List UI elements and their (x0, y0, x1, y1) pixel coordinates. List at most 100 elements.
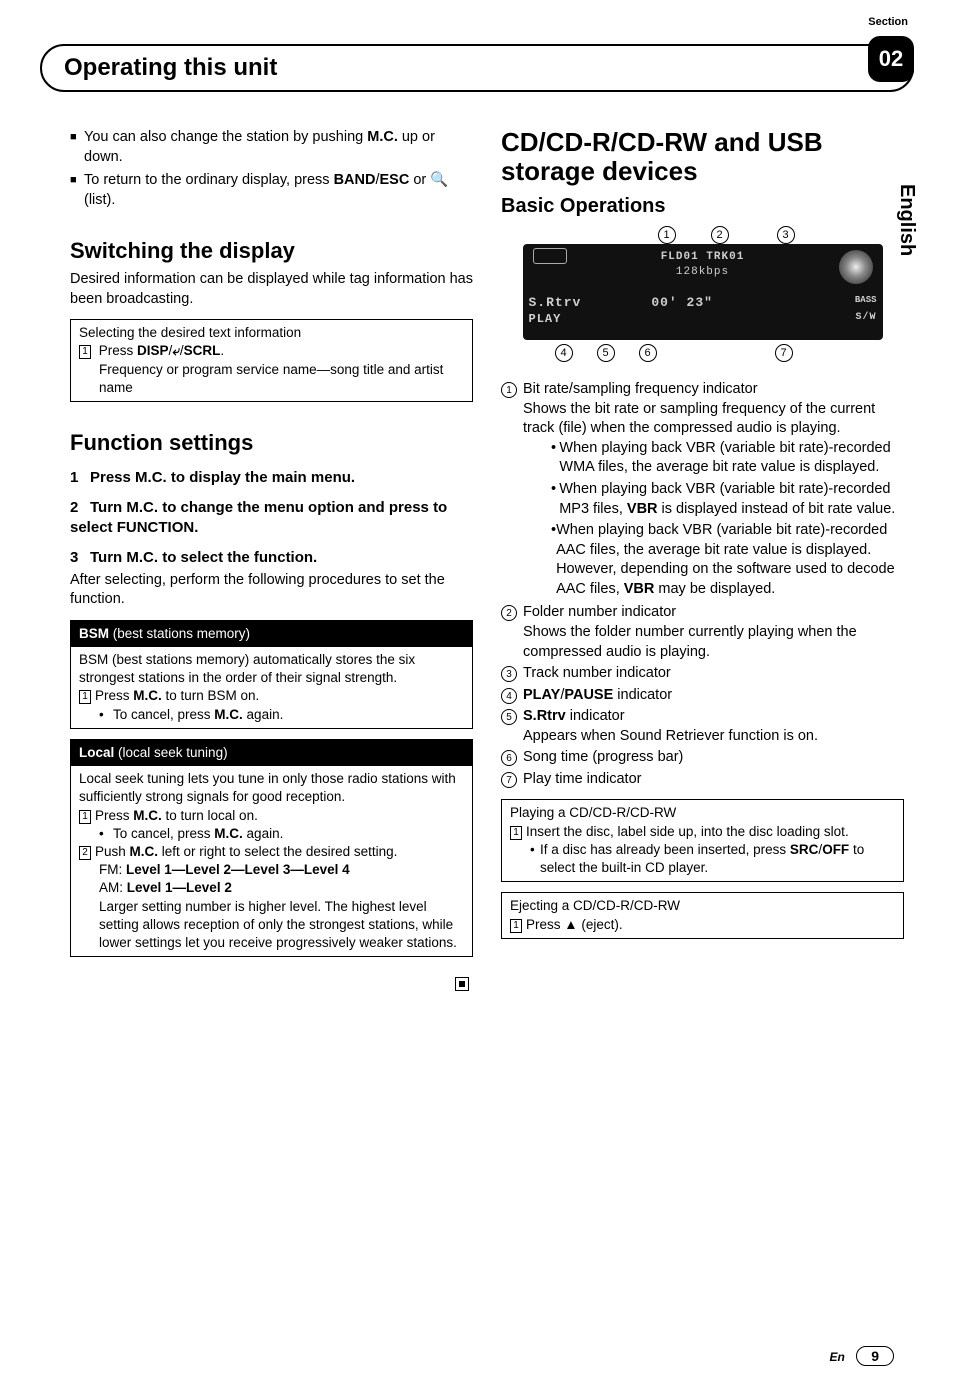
lcd-bass: BASS (855, 294, 877, 306)
text: may be displayed. (654, 581, 775, 597)
text: Press (95, 688, 133, 703)
end-marker-icon (455, 977, 469, 991)
box-playing-note: •If a disc has already been inserted, pr… (530, 841, 895, 877)
lcd-time: 00' 23" (651, 294, 713, 312)
mc-label: M.C. (133, 688, 162, 703)
lcd-folder-track: FLD01 TRK01 (529, 250, 877, 265)
step-num: 1 (70, 468, 90, 488)
box-selecting-note: Frequency or program service name—song t… (99, 361, 464, 397)
left-column: ■ You can also change the station by pus… (70, 128, 473, 998)
step-3: 3Turn M.C. to select the function. (70, 548, 473, 568)
legend-3-title: Track number indicator (523, 664, 904, 684)
mc-label: M.C. (367, 129, 398, 145)
legend-7-title: Play time indicator (523, 770, 904, 790)
box-selecting-head: Selecting the desired text information (79, 324, 464, 342)
text: to turn BSM on. (162, 688, 260, 703)
eject-icon: ▲ (564, 917, 577, 932)
circle-1-icon: 1 (501, 382, 517, 398)
mc-label: M.C. (133, 808, 162, 823)
cd-usb-heading: CD/CD-R/CD-RW and USB storage devices (501, 128, 904, 185)
box-ejecting-cd: Ejecting a CD/CD-R/CD-RW 1Press ▲ (eject… (501, 892, 904, 938)
step-text: Turn M.C. to change the menu option and … (70, 499, 447, 536)
page-header: Section 02 Operating this unit (40, 44, 914, 92)
box-playing-step: 1Insert the disc, label side up, into th… (510, 823, 895, 841)
text: Press (526, 917, 564, 932)
lcd-play: PLAY (529, 312, 562, 326)
box-local-head: Local (local seek tuning) (71, 740, 472, 766)
local-label: Local (79, 745, 114, 760)
step-number-icon: 2 (79, 846, 91, 860)
footer-lang: En (830, 1350, 845, 1364)
bullet-icon: ■ (70, 128, 84, 167)
legend-item-6: 6 Song time (progress bar) (501, 748, 904, 768)
box-ejecting-head: Ejecting a CD/CD-R/CD-RW (510, 897, 895, 915)
lcd-srtrv: S.Rtrv (529, 295, 582, 310)
text: You can also change the station by pushi… (84, 129, 367, 145)
legend-1-title: Bit rate/sampling frequency indicator (523, 380, 904, 400)
switching-display-heading: Switching the display (70, 236, 473, 266)
bsm-body: BSM (best stations memory) automatically… (79, 651, 464, 687)
function-settings-heading: Function settings (70, 428, 473, 458)
text: Press (95, 808, 133, 823)
am-levels: Level 1—Level 2 (127, 880, 232, 895)
bsm-label: BSM (79, 626, 109, 641)
step-3-body: After selecting, perform the following p… (70, 571, 473, 610)
mc-label: M.C. (214, 707, 243, 722)
local-cancel: •To cancel, press M.C. again. (99, 825, 464, 843)
step-text: Press M.C. to display the main menu. (90, 469, 355, 486)
text: Insert the disc, label side up, into the… (526, 824, 849, 839)
legend-2-title: Folder number indicator (523, 603, 904, 623)
note-return-display: ■ To return to the ordinary display, pre… (70, 171, 473, 210)
text: (local seek tuning) (114, 745, 227, 760)
text: (list). (84, 192, 115, 208)
callout-1: 1 (658, 226, 676, 244)
local-step2: 2Push M.C. left or right to select the d… (79, 843, 464, 861)
language-tab: English (893, 178, 920, 262)
callout-2: 2 (711, 226, 729, 244)
legend-item-3: 3 Track number indicator (501, 664, 904, 684)
basic-ops-heading: Basic Operations (501, 193, 904, 220)
text: again. (243, 707, 284, 722)
legend-item-7: 7 Play time indicator (501, 770, 904, 790)
box-bsm: BSM (best stations memory) BSM (best sta… (70, 620, 473, 729)
text: If a disc has already been inserted, pre… (540, 842, 790, 857)
text: When playing back VBR (variable bit rate… (559, 439, 904, 478)
local-step1: 1Press M.C. to turn local on. (79, 807, 464, 825)
bullet-icon: • (530, 841, 540, 877)
circle-5-icon: 5 (501, 709, 517, 725)
vbr-label: VBR (627, 501, 658, 517)
bullet-icon: ■ (70, 171, 84, 210)
disc-icon (839, 250, 873, 284)
bullet-icon: • (551, 439, 559, 478)
text: again. (243, 826, 284, 841)
vbr-label: VBR (624, 581, 655, 597)
bullet-icon: • (99, 706, 113, 724)
step-2: 2Turn M.C. to change the menu option and… (70, 498, 473, 539)
legend-2-body: Shows the folder number currently playin… (523, 623, 904, 662)
circle-6-icon: 6 (501, 750, 517, 766)
callout-6: 6 (639, 344, 657, 362)
step-number-icon: 1 (79, 810, 91, 824)
scrl-label: SCRL (184, 343, 221, 358)
text: (eject). (578, 917, 623, 932)
step-number-icon: 1 (79, 690, 91, 704)
play-label: PLAY (523, 687, 560, 703)
local-body: Local seek tuning lets you tune in only … (79, 770, 464, 806)
legend-1-b2: •When playing back VBR (variable bit rat… (551, 480, 904, 519)
disp-label: DISP (137, 343, 169, 358)
text: To return to the ordinary display, press (84, 172, 334, 188)
src-label: SRC (790, 842, 819, 857)
esc-label: ESC (380, 172, 410, 188)
legend-item-4: 4 PLAY/PAUSE indicator (501, 686, 904, 706)
mc-label: M.C. (130, 844, 159, 859)
text: indicator (566, 708, 625, 724)
switching-display-body: Desired information can be displayed whi… (70, 270, 473, 309)
box-ejecting-step: 1Press ▲ (eject). (510, 916, 895, 934)
legend-6-title: Song time (progress bar) (523, 748, 904, 768)
callout-5: 5 (597, 344, 615, 362)
text: indicator (613, 687, 672, 703)
text: Press (99, 343, 137, 358)
legend-5-body: Appears when Sound Retriever function is… (523, 727, 904, 747)
step-text: Turn M.C. to select the function. (90, 549, 317, 566)
legend-1-body: Shows the bit rate or sampling frequency… (523, 400, 904, 439)
